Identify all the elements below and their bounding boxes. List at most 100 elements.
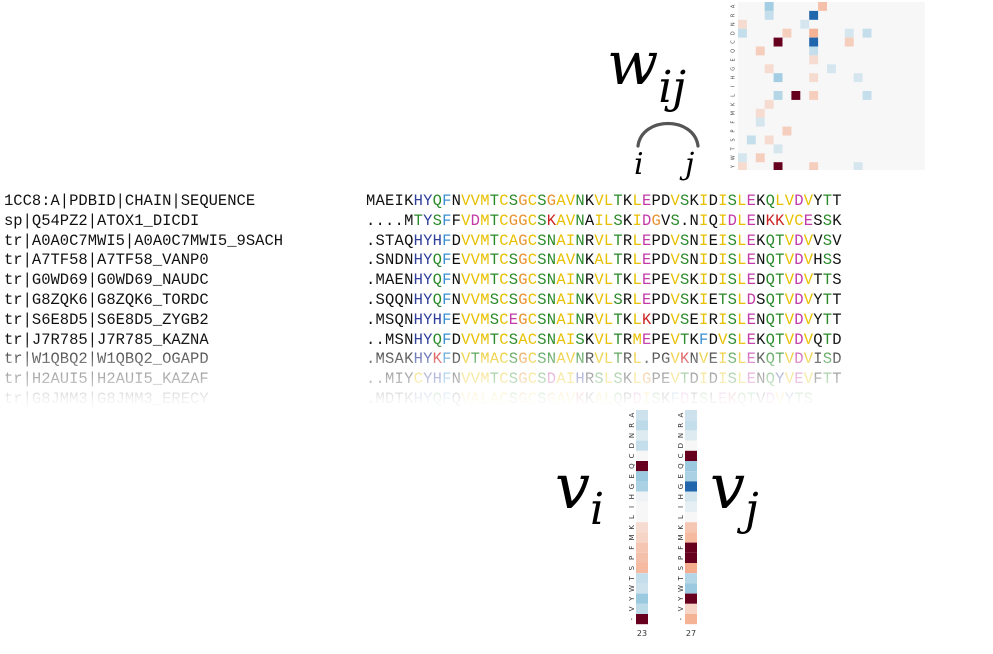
residue: C [527, 330, 538, 349]
w-matrix-cell [827, 64, 836, 74]
residue: V [461, 231, 471, 250]
residue: S [508, 192, 519, 210]
residue: N [756, 211, 766, 230]
w-matrix-cell [764, 99, 774, 109]
profile-cell [685, 481, 697, 492]
residue: M [480, 211, 490, 230]
residue: D [660, 231, 671, 250]
residue: T [822, 271, 833, 290]
column-number-label: 23 [637, 629, 647, 638]
residue: D [794, 350, 804, 369]
w-matrix-cell [809, 91, 819, 100]
residue: D [794, 231, 804, 250]
residue: S [537, 310, 547, 329]
sequence-id: tr|H2AUI5|H2AUI5_KAZAF [4, 370, 209, 389]
residue: E [708, 350, 719, 369]
residue: . [375, 330, 386, 349]
residue: V [803, 271, 814, 290]
w-matrix-cell [809, 55, 819, 65]
alphabet-tick-label: T [677, 575, 685, 581]
residue: D [451, 231, 462, 250]
residue: N [756, 251, 766, 270]
residue: S [375, 291, 386, 309]
residue: P [651, 310, 661, 329]
residue: D [385, 390, 395, 408]
residue: H [432, 370, 443, 389]
residue: S [613, 370, 623, 389]
residue: F [451, 211, 462, 230]
residue: S [680, 251, 690, 270]
residue: V [784, 271, 795, 290]
column-number-label: 27 [686, 629, 696, 638]
residue: S [575, 330, 585, 349]
residue: D [660, 310, 671, 329]
residue: P [651, 192, 661, 210]
residue: V [803, 192, 814, 210]
residue: I [699, 310, 709, 329]
residue: K [622, 192, 633, 210]
profile-cell [636, 583, 648, 594]
residue: I [699, 271, 709, 290]
residue: D [794, 330, 804, 349]
residue: Q [708, 211, 719, 230]
residue: F [442, 310, 452, 329]
residue: Q [404, 231, 414, 250]
residue: V [832, 231, 842, 250]
residue: L [737, 310, 747, 329]
residue: K [689, 291, 700, 309]
residue: R [622, 231, 633, 250]
sequence-residues: ..MSNHYQFDVVMTCSACSNAISKVLTRMEPEVTKFDVSL… [366, 331, 842, 349]
residue: I [394, 370, 405, 389]
residue: V [594, 291, 604, 309]
residue: V [461, 192, 471, 210]
residue: N [689, 251, 700, 270]
residue: L [632, 370, 642, 389]
residue: Q [432, 271, 443, 290]
residue: G [518, 350, 528, 369]
residue: Q [765, 310, 776, 329]
residue: S [489, 310, 500, 329]
residue: S [508, 390, 519, 408]
residue: D [794, 291, 804, 309]
residue: Q [432, 192, 443, 210]
residue: C [527, 192, 538, 210]
profile-cell [636, 461, 648, 472]
residue: N [451, 370, 462, 389]
residue: T [470, 350, 481, 369]
residue: D [756, 271, 766, 290]
residue: Q [765, 291, 776, 309]
residue: M [480, 310, 490, 329]
sequence-residues: .MAENHYQFNVVMTCSGCSNAINRVLTKLEPEVSKIDISL… [366, 271, 842, 289]
profile-cell [685, 440, 697, 451]
residue: L [632, 251, 642, 270]
v-j-symbol: v [710, 450, 746, 523]
residue: R [622, 291, 633, 309]
residue: C [499, 350, 509, 369]
residue: S [537, 192, 547, 210]
residue: T [775, 251, 785, 270]
residue: V [594, 350, 604, 369]
residue: A [594, 251, 604, 270]
sequence-residues: .MSQNHYHFEVVMSCEGCSNAINRVLTKLKPDVSEIRISL… [366, 311, 842, 329]
residue: V [784, 291, 795, 309]
residue: V [756, 390, 766, 408]
residue: S [822, 350, 833, 369]
residue: L [603, 350, 614, 369]
v-i-profile-heatmap: A RNDCQ E GH I L KM F P STWYV - 23 [628, 410, 648, 638]
w-matrix-cell [809, 28, 819, 38]
sequence-id: tr|A0A0C7MWI5|A0A0C7MWI5_9SACH [4, 231, 284, 250]
residue: T [613, 330, 623, 349]
profile-cell [685, 573, 697, 584]
residue: S [537, 370, 547, 389]
residue: S [489, 291, 500, 309]
residue: E [708, 291, 719, 309]
sequence-residues: ....MTYSFFVDMTCGGCSKAVNAILSKIDGVS.NIQIDL… [366, 212, 842, 230]
profile-cell [636, 501, 648, 512]
residue: C [499, 231, 509, 250]
residue: S [537, 251, 547, 270]
residue: V [594, 330, 604, 349]
residue: E [746, 310, 757, 329]
residue: T [394, 390, 405, 408]
residue: S [432, 211, 443, 230]
residue: N [756, 370, 766, 389]
